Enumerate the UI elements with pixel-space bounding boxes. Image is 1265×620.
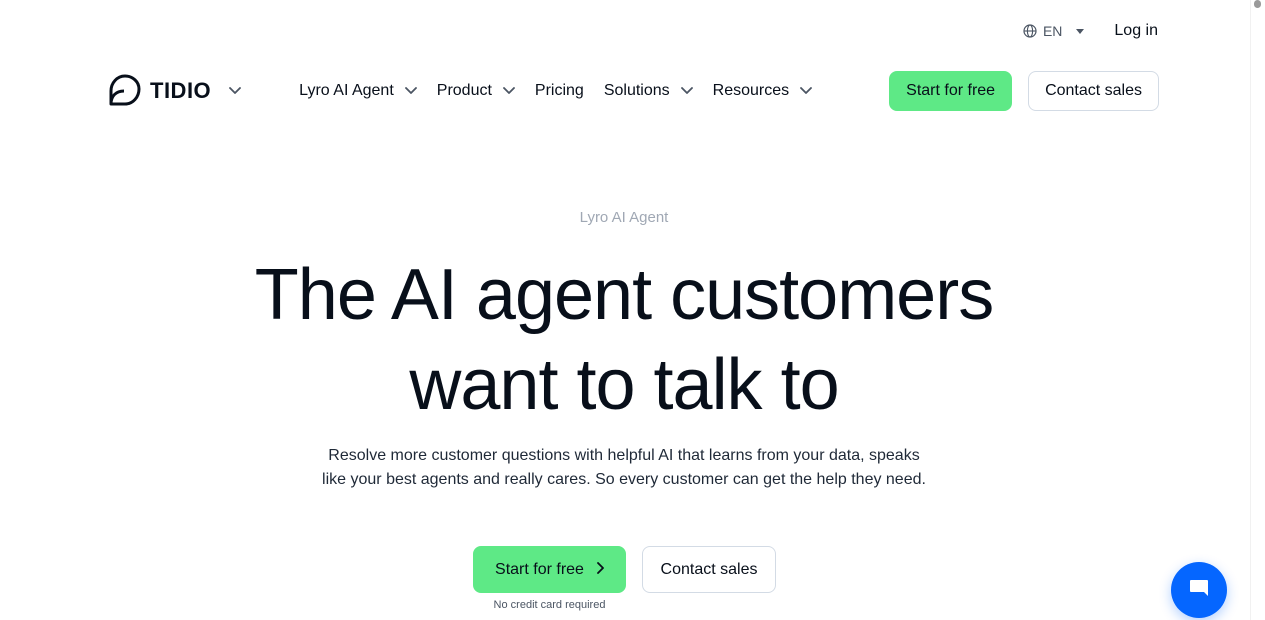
subtitle-line: Resolve more customer questions with hel… <box>328 447 920 464</box>
caret-down-icon <box>1076 28 1085 34</box>
nav-item-label: Solutions <box>603 82 670 99</box>
main-nav: TIDIO Lyro AI Agent Product Pricing Solu… <box>108 71 1159 111</box>
globe-icon <box>1023 24 1037 38</box>
chat-bubble-icon <box>1187 576 1211 605</box>
chevron-right-icon <box>596 561 604 579</box>
headline-line: want to talk to <box>409 345 839 425</box>
nav-item-product[interactable]: Product <box>437 82 515 100</box>
nav-item-lyro-ai-agent[interactable]: Lyro AI Agent <box>299 82 417 100</box>
chevron-down-icon <box>503 82 515 100</box>
nav-item-resources[interactable]: Resources <box>712 82 813 100</box>
chevron-down-icon <box>404 82 417 100</box>
headline-line: The AI agent customers <box>254 255 994 335</box>
nav-item-solutions[interactable]: Solutions <box>604 82 693 100</box>
nav-item-label: Lyro AI Agent <box>299 82 394 99</box>
chevron-down-icon <box>680 82 693 100</box>
hero-eyebrow: Lyro AI Agent <box>579 209 669 226</box>
tidio-logo-icon <box>108 71 144 112</box>
logo[interactable]: TIDIO <box>108 71 242 112</box>
chevron-down-icon[interactable] <box>229 82 242 100</box>
contact-sales-button[interactable]: Contact sales <box>1028 71 1159 111</box>
logo-text: TIDIO <box>150 78 212 103</box>
utility-bar: EN Log in <box>1023 22 1158 40</box>
nav-item-label: Product <box>436 82 492 99</box>
language-label: EN <box>1042 23 1063 39</box>
nav-item-label: Pricing <box>534 82 584 99</box>
chat-widget-button[interactable] <box>1171 562 1227 618</box>
chevron-down-icon <box>800 82 813 100</box>
nav-item-pricing[interactable]: Pricing <box>535 82 584 100</box>
login-link[interactable]: Log in <box>1114 22 1158 40</box>
hero-headline: The AI agent customers want to talk to <box>0 250 1248 430</box>
no-credit-card-note: No credit card required <box>493 599 606 611</box>
nav-item-label: Resources <box>712 82 790 99</box>
hero-subtitle: Resolve more customer questions with hel… <box>0 444 1248 492</box>
subtitle-line: like your best agents and really cares. … <box>322 471 926 488</box>
scrollbar[interactable] <box>1250 0 1265 620</box>
scrollbar-thumb[interactable] <box>1254 0 1261 8</box>
hero-start-for-free-button[interactable]: Start for free <box>473 546 626 593</box>
page: EN Log in TIDIO Lyro AI Agent Product Pr… <box>0 0 1265 620</box>
nav-actions: Start for free Contact sales <box>889 71 1159 111</box>
button-label: Start for free <box>495 560 584 578</box>
language-selector[interactable]: EN <box>1023 23 1085 39</box>
start-for-free-button[interactable]: Start for free <box>889 71 1013 111</box>
hero-contact-sales-button[interactable]: Contact sales <box>642 546 776 593</box>
hero-cta-row: Start for free Contact sales <box>473 546 776 593</box>
nav-menu: Lyro AI Agent Product Pricing Solutions <box>299 82 832 100</box>
